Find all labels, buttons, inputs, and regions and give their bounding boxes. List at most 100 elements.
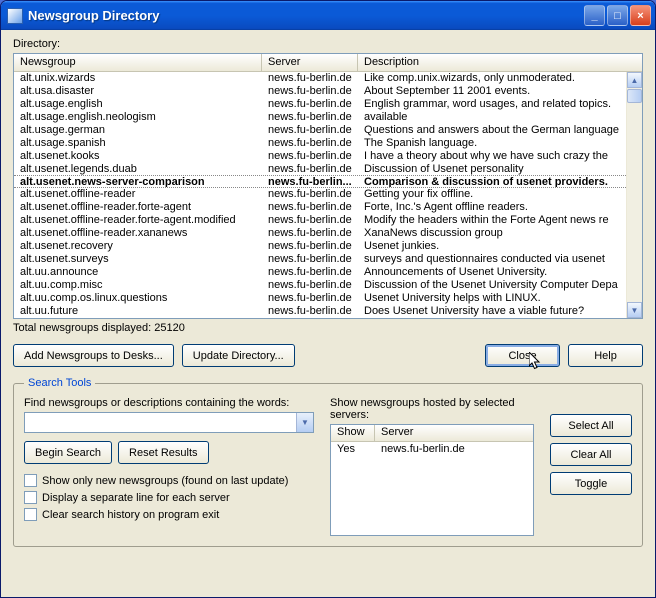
cell-description: surveys and questionnaires conducted via… xyxy=(358,253,626,266)
column-header-show[interactable]: Show xyxy=(331,425,375,441)
cell-server: news.fu-berlin.de xyxy=(262,111,358,124)
minimize-button[interactable]: _ xyxy=(584,5,605,26)
column-header-description[interactable]: Description xyxy=(358,54,642,71)
cell-server: news.fu-berlin.de xyxy=(262,85,358,98)
combo-dropdown-button[interactable]: ▼ xyxy=(296,413,313,432)
table-row[interactable]: alt.usage.germannews.fu-berlin.deQuestio… xyxy=(14,124,626,137)
column-header-newsgroup[interactable]: Newsgroup xyxy=(14,54,262,71)
cell-server: news.fu-berlin.de xyxy=(262,201,358,214)
table-row[interactable]: alt.usenet.legends.duabnews.fu-berlin.de… xyxy=(14,163,626,176)
newsgroup-listview[interactable]: Newsgroup Server Description alt.unix.wi… xyxy=(13,53,643,319)
cell-description: Does Usenet University have a viable fut… xyxy=(358,305,626,318)
app-icon xyxy=(7,8,23,24)
update-directory-button[interactable]: Update Directory... xyxy=(182,344,295,367)
scroll-thumb[interactable] xyxy=(627,89,642,103)
maximize-icon: □ xyxy=(614,10,621,22)
table-row[interactable]: alt.usenet.offline-reader.xananewsnews.f… xyxy=(14,227,626,240)
close-button[interactable]: Close xyxy=(485,344,560,367)
table-row[interactable]: alt.uu.futurenews.fu-berlin.deDoes Usene… xyxy=(14,305,626,318)
cell-description: Discussion of Usenet personality xyxy=(358,163,626,176)
checkbox-show-new-label: Show only new newsgroups (found on last … xyxy=(42,475,288,487)
search-tools-legend: Search Tools xyxy=(24,377,95,389)
checkbox-clear-history[interactable]: Clear search history on program exit xyxy=(24,508,314,521)
checkbox-separate-line[interactable]: Display a separate line for each server xyxy=(24,491,314,504)
checkbox-clear-history-label: Clear search history on program exit xyxy=(42,509,219,521)
table-row[interactable]: alt.usage.englishnews.fu-berlin.deEnglis… xyxy=(14,98,626,111)
cell-server: news.fu-berlin.de xyxy=(262,188,358,201)
table-row[interactable]: alt.usenet.kooksnews.fu-berlin.deI have … xyxy=(14,150,626,163)
table-row[interactable]: alt.usage.english.neologismnews.fu-berli… xyxy=(14,111,626,124)
show-servers-label: Show newsgroups hosted by selected serve… xyxy=(330,397,534,421)
cell-description: Comparison & discussion of usenet provid… xyxy=(358,176,626,187)
cell-server: news.fu-berlin.de xyxy=(262,279,358,292)
chevron-down-icon: ▼ xyxy=(301,418,309,427)
cell-description: XanaNews discussion group xyxy=(358,227,626,240)
cell-description: Usenet University helps with LINUX. xyxy=(358,292,626,305)
server-row[interactable]: Yesnews.fu-berlin.de xyxy=(331,442,533,456)
search-input[interactable] xyxy=(25,413,296,432)
checkbox-icon xyxy=(24,508,37,521)
clear-all-button[interactable]: Clear All xyxy=(550,443,632,466)
server-listview[interactable]: Show Server Yesnews.fu-berlin.de xyxy=(330,424,534,536)
cell-newsgroup: alt.usage.german xyxy=(14,124,262,137)
cell-newsgroup: alt.usage.english.neologism xyxy=(14,111,262,124)
cell-newsgroup: alt.uu.future xyxy=(14,305,262,318)
table-row[interactable]: alt.usenet.offline-readernews.fu-berlin.… xyxy=(14,188,626,201)
table-row[interactable]: alt.usenet.offline-reader.forte-agentnew… xyxy=(14,201,626,214)
table-row[interactable]: alt.uu.comp.miscnews.fu-berlin.deDiscuss… xyxy=(14,279,626,292)
cell-description: Forte, Inc.'s Agent offline readers. xyxy=(358,201,626,214)
table-row[interactable]: alt.uu.comp.os.linux.questionsnews.fu-be… xyxy=(14,292,626,305)
minimize-icon: _ xyxy=(591,10,597,22)
toggle-button[interactable]: Toggle xyxy=(550,472,632,495)
cell-description: Modify the headers within the Forte Agen… xyxy=(358,214,626,227)
checkbox-show-new[interactable]: Show only new newsgroups (found on last … xyxy=(24,474,314,487)
checkbox-separate-line-label: Display a separate line for each server xyxy=(42,492,230,504)
search-combo[interactable]: ▼ xyxy=(24,412,314,433)
add-newsgroups-button[interactable]: Add Newsgroups to Desks... xyxy=(13,344,174,367)
cell-server: news.fu-berlin.de xyxy=(262,72,358,85)
window-title: Newsgroup Directory xyxy=(28,8,584,23)
help-button[interactable]: Help xyxy=(568,344,643,367)
checkbox-icon xyxy=(24,474,37,487)
cell-server: news.fu-berlin.de xyxy=(262,292,358,305)
table-row[interactable]: alt.usenet.surveysnews.fu-berlin.desurve… xyxy=(14,253,626,266)
cell-newsgroup: alt.usenet.offline-reader.forte-agent xyxy=(14,201,262,214)
cell-server: news.fu-berlin.de xyxy=(262,150,358,163)
reset-results-button[interactable]: Reset Results xyxy=(118,441,208,464)
table-row[interactable]: alt.usage.spanishnews.fu-berlin.deThe Sp… xyxy=(14,137,626,150)
table-row[interactable]: alt.usa.disasternews.fu-berlin.deAbout S… xyxy=(14,85,626,98)
cell-server: news.fu-berlin.de xyxy=(262,137,358,150)
cell-server-name: news.fu-berlin.de xyxy=(375,442,471,456)
table-row[interactable]: alt.usenet.news-server-comparisonnews.fu… xyxy=(14,175,626,188)
table-row[interactable]: alt.uu.announcenews.fu-berlin.deAnnounce… xyxy=(14,266,626,279)
checkbox-icon xyxy=(24,491,37,504)
dialog-window: Newsgroup Directory _ □ × Directory: New… xyxy=(0,0,656,598)
cell-newsgroup: alt.usenet.kooks xyxy=(14,150,262,163)
cell-server: news.fu-berlin.de xyxy=(262,266,358,279)
cell-newsgroup: alt.usenet.news-server-comparison xyxy=(14,176,262,187)
window-close-button[interactable]: × xyxy=(630,5,651,26)
maximize-button[interactable]: □ xyxy=(607,5,628,26)
select-all-button[interactable]: Select All xyxy=(550,414,632,437)
cell-newsgroup: alt.uu.comp.os.linux.questions xyxy=(14,292,262,305)
cell-server: news.fu-berlin.de xyxy=(262,240,358,253)
column-header-server[interactable]: Server xyxy=(262,54,358,71)
scroll-up-button[interactable]: ▲ xyxy=(627,72,642,88)
cell-server: news.fu-berlin.de xyxy=(262,163,358,176)
table-row[interactable]: alt.usenet.recoverynews.fu-berlin.deUsen… xyxy=(14,240,626,253)
column-header-server-name[interactable]: Server xyxy=(375,425,533,441)
cell-newsgroup: alt.usenet.legends.duab xyxy=(14,163,262,176)
begin-search-button[interactable]: Begin Search xyxy=(24,441,112,464)
find-words-label: Find newsgroups or descriptions containi… xyxy=(24,397,314,409)
cell-description: available xyxy=(358,111,626,124)
cell-newsgroup: alt.unix.wizards xyxy=(14,72,262,85)
cell-server: news.fu-berlin.de xyxy=(262,124,358,137)
scroll-down-button[interactable]: ▼ xyxy=(627,302,642,318)
cell-newsgroup: alt.usage.spanish xyxy=(14,137,262,150)
cell-server: news.fu-berlin... xyxy=(262,176,358,187)
titlebar[interactable]: Newsgroup Directory _ □ × xyxy=(1,1,655,30)
table-row[interactable]: alt.usenet.offline-reader.forte-agent.mo… xyxy=(14,214,626,227)
table-row[interactable]: alt.unix.wizardsnews.fu-berlin.deLike co… xyxy=(14,72,626,85)
cell-newsgroup: alt.usenet.recovery xyxy=(14,240,262,253)
vertical-scrollbar[interactable]: ▲ ▼ xyxy=(626,72,642,318)
